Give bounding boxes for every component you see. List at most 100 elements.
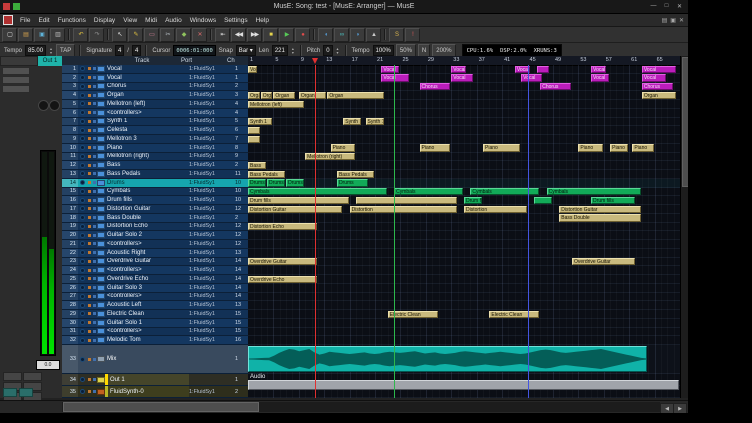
track-name[interactable]: Organ	[105, 91, 189, 99]
part[interactable]: Chorus	[642, 83, 673, 90]
effect-rack-slot[interactable]	[2, 76, 30, 84]
mute-strip-button[interactable]	[23, 372, 42, 381]
record-arm-button[interactable]	[78, 66, 87, 71]
track-port[interactable]: 1:FluidSy1	[189, 171, 235, 177]
part[interactable]: Electric Clean	[388, 311, 438, 318]
track-row[interactable]: 1Vocal1:FluidSy11	[62, 65, 248, 74]
track-name[interactable]: Piano	[105, 144, 189, 152]
track-number[interactable]: 1	[62, 65, 78, 73]
track-name[interactable]: Guitar Solo 2	[105, 231, 189, 239]
track-port[interactable]: 1:FluidSy1	[189, 311, 235, 317]
part[interactable]	[248, 380, 679, 390]
part[interactable]: Piano	[632, 144, 653, 151]
part[interactable]: Vocal	[381, 66, 399, 73]
track-port[interactable]: 1:FluidSy1	[189, 215, 235, 221]
part[interactable]: Vocal	[642, 66, 676, 73]
track-name[interactable]: Vocal	[105, 65, 189, 73]
record-arm-button[interactable]	[78, 259, 87, 264]
effect-rack-slot[interactable]	[2, 85, 30, 93]
undo-icon[interactable]: ↶	[73, 28, 88, 42]
part[interactable]: Drum fills	[464, 197, 482, 204]
part[interactable]: Bass Double	[559, 214, 641, 221]
track-number[interactable]: 34	[62, 374, 78, 385]
scroll-left-button[interactable]: ◀	[660, 403, 674, 413]
track-port[interactable]: 1:FluidSy1	[189, 267, 235, 273]
to-start-icon[interactable]: ⇤	[215, 28, 230, 42]
part[interactable]: Organ	[642, 92, 676, 99]
part[interactable]: Synth 1	[343, 118, 361, 125]
part[interactable]: Electric Clean	[489, 311, 539, 318]
track-row[interactable]: 11Mellotron (right)1:FluidSy19	[62, 153, 248, 162]
track-number[interactable]: 32	[62, 336, 78, 344]
track-name[interactable]: Cymbals	[105, 188, 189, 196]
record-arm-button[interactable]	[78, 377, 87, 382]
track-name[interactable]: Mix	[105, 345, 189, 373]
track-name[interactable]: Acoustic Left	[105, 301, 189, 309]
record-strip-button[interactable]	[3, 372, 22, 381]
part[interactable]: Piano	[331, 144, 355, 151]
track-channel[interactable]: 2	[235, 389, 248, 395]
track-row[interactable]: 16Drum fills1:FluidSy110	[62, 196, 248, 205]
part[interactable]: Drums	[248, 179, 266, 186]
record-arm-button[interactable]	[78, 171, 87, 176]
part[interactable]: Piano	[610, 144, 628, 151]
track-row[interactable]: 2Vocal1:FluidSy11	[62, 74, 248, 83]
track-number[interactable]: 24	[62, 266, 78, 274]
track-name[interactable]: Bass	[105, 161, 189, 169]
track-number[interactable]: 22	[62, 249, 78, 257]
track-row[interactable]: 15Cymbals1:FluidSy110	[62, 188, 248, 197]
track-name[interactable]: <controllers>	[105, 328, 189, 336]
part[interactable]: Vocal	[521, 74, 542, 81]
track-channel[interactable]: 15	[235, 328, 248, 334]
record-arm-button[interactable]	[78, 75, 87, 80]
new-song-icon[interactable]: ▢	[2, 28, 17, 42]
track-port[interactable]: 1:FluidSy1	[189, 153, 235, 159]
track-row[interactable]: 7Synth 11:FluidSy15	[62, 118, 248, 127]
part[interactable]: Vocal	[591, 74, 609, 81]
track-port[interactable]: 1:FluidSy1	[189, 320, 235, 326]
redo-icon[interactable]: ↷	[89, 28, 104, 42]
eraser-tool-icon[interactable]: ▭	[144, 28, 159, 42]
track-number[interactable]: 7	[62, 118, 78, 126]
track-channel[interactable]: 10	[235, 180, 248, 186]
track-name[interactable]: Overdrive Guitar	[105, 258, 189, 266]
track-port[interactable]: 1:FluidSy1	[189, 83, 235, 89]
part[interactable]: Synth 1	[366, 118, 384, 125]
track-port[interactable]: 1:FluidSy1	[189, 206, 235, 212]
record-arm-button[interactable]	[78, 311, 87, 316]
mdi-window-control-icon[interactable]: ▤	[662, 17, 668, 24]
pitch-value[interactable]: 0	[323, 45, 332, 56]
len-value[interactable]: 221	[272, 45, 288, 56]
track-name[interactable]: Melodic Tom	[105, 336, 189, 344]
track-row[interactable]: 17Distortion Guitar1:FluidSy112	[62, 205, 248, 214]
record-arm-button[interactable]	[78, 268, 87, 273]
record-arm-button[interactable]	[78, 136, 87, 141]
record-arm-button[interactable]	[78, 154, 87, 159]
record-icon[interactable]: ●	[295, 28, 310, 42]
track-port[interactable]: 1:FluidSy1	[189, 302, 235, 308]
track-row[interactable]: 12Bass1:FluidSy12	[62, 161, 248, 170]
track-port[interactable]: 1:FluidSy1	[189, 337, 235, 343]
track-channel[interactable]: 14	[235, 267, 248, 273]
record-arm-button[interactable]	[78, 338, 87, 343]
snap-select[interactable]: Bar ▾	[236, 45, 256, 56]
menu-item-functions[interactable]: Functions	[54, 17, 90, 24]
track-row[interactable]: 26Guitar Solo 31:FluidSy114	[62, 284, 248, 293]
track-number[interactable]: 28	[62, 301, 78, 309]
record-arm-button[interactable]	[78, 320, 87, 325]
track-row[interactable]: 24<controllers>1:FluidSy114	[62, 266, 248, 275]
stop-icon[interactable]: ■	[263, 28, 278, 42]
stereo-out-icon[interactable]	[19, 388, 33, 397]
track-name[interactable]: FluidSynth-0	[105, 386, 189, 397]
track-row[interactable]: 34Out 11	[62, 374, 248, 386]
part[interactable]: Cymbals	[248, 188, 387, 195]
record-arm-button[interactable]	[78, 163, 87, 168]
track-row[interactable]: 5Mellotron (left)1:FluidSy14	[62, 100, 248, 109]
track-row[interactable]: 13Bass Pedals1:FluidSy111	[62, 170, 248, 179]
track-number[interactable]: 2	[62, 74, 78, 82]
menu-item-midi[interactable]: Midi	[141, 17, 161, 24]
pan-knob[interactable]	[38, 100, 49, 111]
arranger-canvas[interactable]: 1591317212529333741454953576165 VoVocalV…	[248, 56, 680, 398]
part[interactable]: Drum fills	[591, 197, 634, 204]
track-channel[interactable]: 3	[235, 92, 248, 98]
